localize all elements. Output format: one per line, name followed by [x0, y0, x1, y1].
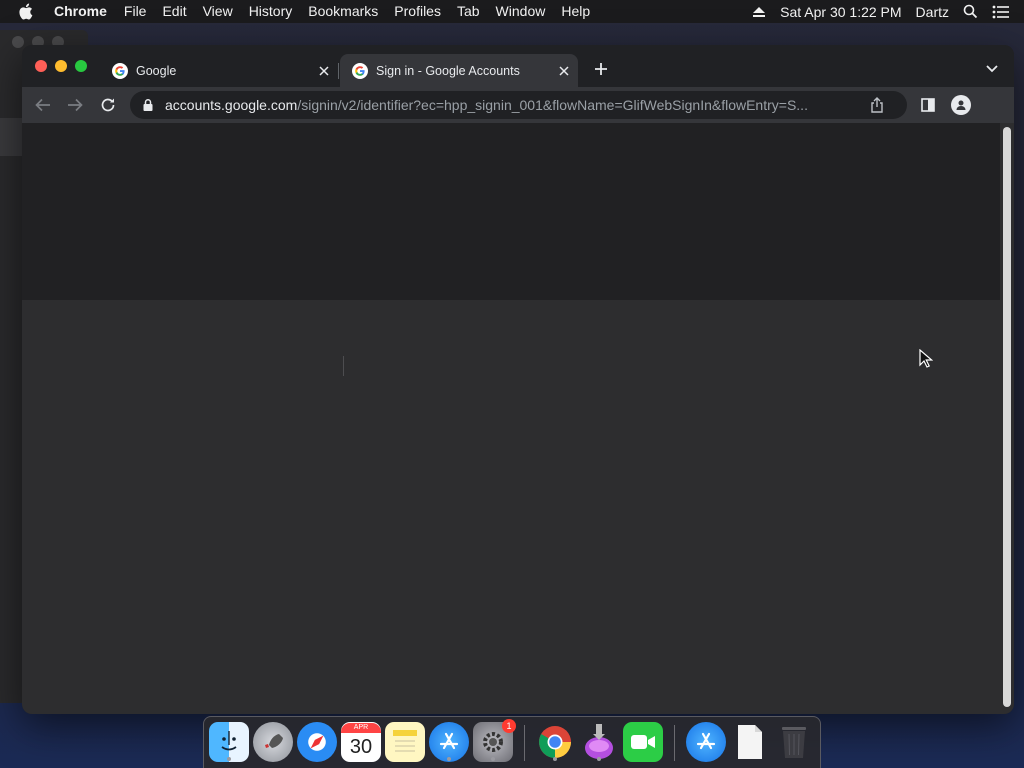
dock-notes[interactable]	[385, 722, 425, 762]
dock-installer[interactable]	[579, 722, 619, 762]
person-icon	[956, 100, 966, 110]
window-controls	[35, 60, 87, 72]
url-path: /signin/v2/identifier?ec=hpp_signin_001&…	[297, 97, 808, 113]
eject-icon[interactable]	[752, 6, 766, 18]
tab-close-icon[interactable]	[554, 61, 574, 81]
reload-button[interactable]	[96, 93, 120, 117]
compass-icon	[310, 735, 324, 749]
dock: APR 30 1	[203, 716, 821, 768]
address-bar[interactable]: accounts.google.com/signin/v2/identifier…	[130, 91, 907, 119]
share-icon	[871, 97, 883, 113]
notes-icon	[393, 730, 417, 752]
menu-window[interactable]: Window	[496, 0, 546, 23]
trash-icon	[782, 727, 806, 758]
rocket-icon	[265, 734, 283, 748]
calendar-month: APR	[341, 723, 381, 733]
tab-search-button[interactable]	[982, 59, 1002, 79]
menu-help[interactable]: Help	[561, 0, 590, 23]
control-center-icon[interactable]	[992, 5, 1010, 19]
spotlight-search-icon[interactable]	[963, 4, 978, 19]
dock-chrome[interactable]	[535, 722, 575, 762]
finder-icon	[221, 731, 237, 751]
mouse-cursor-icon	[919, 349, 933, 368]
menu-bar: Chrome File Edit View History Bookmarks …	[0, 0, 1024, 23]
lock-icon[interactable]	[141, 98, 155, 112]
running-indicator	[227, 757, 231, 761]
tab-title: Google	[136, 63, 177, 78]
document-icon	[738, 725, 762, 759]
arrow-left-icon	[35, 98, 50, 112]
side-panel-icon	[921, 98, 935, 112]
window-minimize-button[interactable]	[55, 60, 67, 72]
chevron-down-icon	[986, 65, 998, 73]
background-window-selection	[0, 118, 22, 156]
scrollbar-thumb[interactable]	[1003, 127, 1011, 707]
dock-safari[interactable]	[297, 722, 337, 762]
url-host: accounts.google.com	[165, 97, 298, 113]
text-caret	[343, 356, 344, 376]
app-store-icon	[696, 732, 716, 750]
running-indicator	[447, 757, 451, 761]
share-button[interactable]	[867, 95, 887, 115]
menu-history[interactable]: History	[249, 0, 293, 23]
dock-finder[interactable]	[209, 722, 249, 762]
dock-document[interactable]	[730, 722, 770, 762]
menu-profiles[interactable]: Profiles	[394, 0, 441, 23]
url-text[interactable]: accounts.google.com/signin/v2/identifier…	[165, 97, 855, 113]
tab-divider	[338, 63, 339, 79]
dock-trash[interactable]	[774, 722, 814, 762]
tab-title: Sign in - Google Accounts	[376, 63, 520, 78]
chrome-window: Google Sign in - Google Accounts account…	[22, 45, 1014, 714]
video-camera-icon	[631, 735, 655, 749]
page-content[interactable]	[22, 123, 1000, 714]
google-favicon-icon	[112, 62, 128, 79]
tab-sign-in[interactable]: Sign in - Google Accounts	[340, 54, 578, 87]
back-button[interactable]	[31, 93, 55, 117]
page-header-area	[22, 123, 1000, 300]
dock-separator	[524, 725, 525, 761]
app-store-icon	[439, 732, 459, 750]
menubar-clock[interactable]: Sat Apr 30 1:22 PM	[780, 4, 901, 20]
menu-app-name[interactable]: Chrome	[54, 0, 107, 23]
dock-system-preferences[interactable]: 1	[473, 719, 516, 762]
google-favicon-icon	[352, 62, 368, 79]
dock-app-store-download[interactable]	[686, 722, 726, 762]
running-indicator	[597, 757, 601, 761]
running-indicator	[491, 757, 495, 761]
dock-facetime[interactable]	[623, 722, 663, 762]
calendar-day: 30	[349, 736, 373, 758]
menu-file[interactable]: File	[124, 0, 147, 23]
chrome-icon	[539, 726, 571, 758]
side-panel-button[interactable]	[918, 95, 938, 115]
installer-icon	[585, 724, 613, 759]
dock-separator	[674, 725, 675, 761]
dock-app-store[interactable]	[429, 722, 469, 762]
forward-button[interactable]	[63, 93, 87, 117]
profile-button[interactable]	[951, 95, 971, 115]
new-tab-button[interactable]	[590, 58, 612, 80]
plus-icon	[595, 63, 607, 75]
dock-calendar[interactable]: APR 30	[341, 722, 381, 762]
running-indicator	[553, 757, 557, 761]
reload-icon	[101, 98, 115, 112]
menu-bookmarks[interactable]: Bookmarks	[308, 0, 378, 23]
tab-close-icon[interactable]	[314, 61, 334, 81]
tab-strip: Google Sign in - Google Accounts	[22, 45, 1014, 87]
dock-launchpad[interactable]	[253, 722, 293, 762]
menu-tab[interactable]: Tab	[457, 0, 480, 23]
gear-icon	[483, 732, 503, 752]
tab-google[interactable]: Google	[100, 54, 338, 87]
browser-toolbar: accounts.google.com/signin/v2/identifier…	[22, 87, 1014, 123]
menu-edit[interactable]: Edit	[162, 0, 186, 23]
window-close-button[interactable]	[35, 60, 47, 72]
menubar-user[interactable]: Dartz	[916, 4, 949, 20]
arrow-right-icon	[68, 98, 83, 112]
page-scrollbar[interactable]	[1000, 123, 1014, 714]
window-zoom-button[interactable]	[75, 60, 87, 72]
apple-menu-icon[interactable]	[18, 0, 38, 23]
menu-view[interactable]: View	[203, 0, 233, 23]
notification-badge: 1	[502, 719, 516, 733]
